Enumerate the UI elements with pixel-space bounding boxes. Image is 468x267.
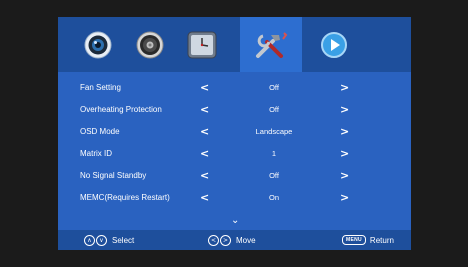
row-label: Fan Setting (80, 83, 121, 92)
return-label: Return (369, 235, 394, 245)
right-arrow-icon[interactable]: > (340, 125, 349, 138)
footer-hints: ∧ ∨ Select < > Move MENU Return (58, 230, 411, 250)
row-osd-mode[interactable]: OSD Mode < Landscape > (58, 122, 411, 142)
scroll-down-icon[interactable]: ⌄ (231, 215, 239, 226)
tab-time[interactable] (176, 17, 228, 72)
row-memc[interactable]: MEMC(Requires Restart) < On > (58, 188, 411, 208)
right-arrow-icon[interactable]: > (340, 103, 349, 116)
row-no-signal-standby[interactable]: No Signal Standby < Off > (58, 166, 411, 186)
left-arrow-icon[interactable]: < (200, 81, 209, 94)
row-label: Overheating Protection (80, 105, 162, 114)
row-label: OSD Mode (80, 127, 120, 136)
row-value: Landscape (255, 127, 293, 136)
tab-media[interactable] (308, 17, 360, 72)
row-overheating-protection[interactable]: Overheating Protection < Off > (58, 100, 411, 120)
left-arrow-icon[interactable]: < (200, 169, 209, 182)
right-arrow-icon[interactable]: > (340, 81, 349, 94)
up-button-icon: ∧ (84, 234, 95, 246)
left-arrow-icon[interactable]: < (200, 125, 209, 138)
select-label: Select (112, 235, 135, 245)
move-hint: < > Move (208, 230, 256, 250)
osd-menu: Fan Setting < Off > Overheating Protecti… (58, 17, 411, 250)
left-arrow-icon[interactable]: < (200, 147, 209, 160)
right-arrow-icon[interactable]: > (340, 191, 349, 204)
picture-lens-icon (84, 31, 112, 58)
down-button-icon: ∨ (96, 234, 107, 246)
row-label: MEMC(Requires Restart) (80, 193, 170, 202)
left-arrow-icon[interactable]: < (200, 103, 209, 116)
tab-sound[interactable] (124, 17, 176, 72)
clock-icon (187, 31, 217, 58)
row-matrix-id[interactable]: Matrix ID < 1 > (58, 144, 411, 164)
row-value: Off (269, 105, 279, 114)
right-button-icon: > (220, 234, 231, 246)
play-icon (321, 31, 347, 58)
speaker-icon (136, 31, 164, 58)
tab-setup[interactable] (240, 17, 302, 72)
right-arrow-icon[interactable]: > (340, 147, 349, 160)
row-label: No Signal Standby (80, 171, 147, 180)
left-arrow-icon[interactable]: < (200, 191, 209, 204)
tab-picture[interactable] (72, 17, 124, 72)
move-label: Move (236, 235, 256, 245)
select-hint: ∧ ∨ Select (84, 230, 134, 250)
row-value: Off (269, 83, 279, 92)
category-tabs (58, 17, 411, 72)
row-value: On (268, 193, 279, 202)
row-value: Off (269, 171, 279, 180)
left-button-icon: < (208, 234, 219, 246)
row-label: Matrix ID (80, 149, 112, 158)
row-value: 1 (271, 149, 277, 158)
menu-key: MENU (342, 235, 366, 245)
row-fan-setting[interactable]: Fan Setting < Off > (58, 78, 411, 98)
right-arrow-icon[interactable]: > (340, 169, 349, 182)
return-hint: MENU Return (342, 230, 394, 250)
tools-icon (256, 31, 288, 58)
